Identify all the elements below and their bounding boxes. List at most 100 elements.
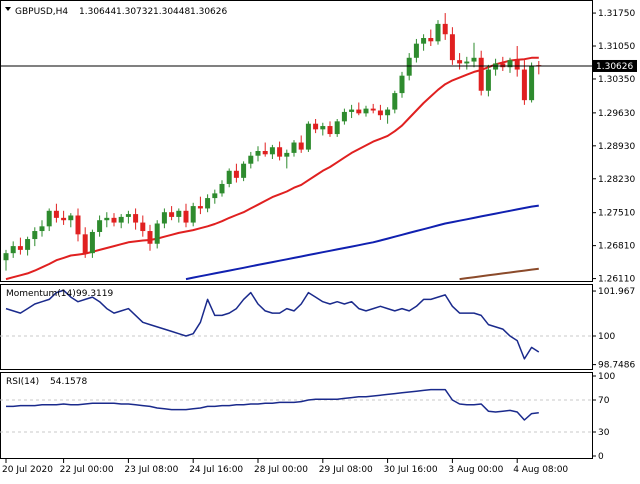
price-tick-label: 1.26110 [598, 275, 635, 285]
candle-body[interactable] [226, 170, 232, 184]
candle-body[interactable] [248, 155, 254, 164]
time-axis: 20 Jul 2020 22 Jul 00:00 23 Jul 08:00 24 Ju… [2, 459, 568, 475]
candle-body[interactable] [183, 210, 189, 223]
candle-body[interactable] [140, 222, 146, 232]
candle-body[interactable] [392, 93, 398, 110]
candle-body[interactable] [493, 63, 499, 70]
candle-body[interactable] [233, 170, 239, 178]
candle-body[interactable] [68, 215, 74, 221]
candle-body[interactable] [197, 206, 203, 209]
candle-body[interactable] [133, 214, 139, 223]
candle-body[interactable] [111, 217, 117, 223]
candle-body[interactable] [241, 163, 247, 178]
price-tick-label: 1.27510 [598, 209, 635, 219]
symbol-label: GBPUSD,H4 [15, 7, 68, 17]
high-price: 1.30732 [116, 7, 153, 17]
candle-body[interactable] [219, 183, 225, 194]
time-tick-label: 20 Jul 2020 [2, 465, 53, 475]
candle-body[interactable] [154, 223, 160, 244]
candle-body[interactable] [269, 147, 275, 155]
candle-body[interactable] [399, 75, 405, 94]
candle-body[interactable] [370, 108, 376, 111]
candles [3, 13, 542, 271]
candle-body[interactable] [169, 212, 175, 217]
candle-body[interactable] [291, 142, 297, 153]
candle-body[interactable] [97, 220, 103, 232]
candle-body[interactable] [457, 60, 463, 64]
candle-body[interactable] [205, 198, 211, 209]
candle-body[interactable] [341, 111, 347, 122]
candle-body[interactable] [313, 123, 319, 130]
candle-body[interactable] [464, 61, 470, 64]
candle-body[interactable] [449, 34, 455, 61]
candle-body[interactable] [529, 65, 535, 101]
candle-body[interactable] [17, 246, 23, 250]
candle-body[interactable] [255, 151, 261, 156]
chart-canvas[interactable]: 1.31750 1.31050 1.30350 1.29630 1.28930 1.282… [0, 0, 640, 480]
rsi-tick-label: 30 [598, 428, 610, 438]
candle-body[interactable] [356, 109, 362, 114]
momentum-label: Momentum(14) [6, 289, 76, 299]
candle-body[interactable] [377, 110, 383, 116]
candle-body[interactable] [435, 23, 441, 42]
candle-body[interactable] [478, 57, 484, 91]
price-tick-label: 1.30350 [598, 75, 635, 85]
candle-body[interactable] [46, 210, 52, 227]
candle-body[interactable] [442, 23, 448, 35]
price-tick-label: 1.28930 [598, 142, 635, 152]
rsi-indicator: 100 70 30 0 [0, 372, 615, 462]
rsi-label: RSI(14) [6, 377, 39, 387]
momentum-tick-label: 101.967 [598, 287, 635, 297]
candle-body[interactable] [262, 151, 268, 155]
price-tick-label: 1.26810 [598, 242, 635, 252]
rsi-pane-frame [0, 372, 593, 459]
candle-body[interactable] [32, 231, 38, 240]
candle-body[interactable] [147, 231, 153, 244]
candle-body[interactable] [349, 109, 355, 112]
ma-mid-line [185, 204, 539, 281]
candle-body[interactable] [176, 210, 182, 217]
rsi-value: 54.1578 [50, 377, 87, 387]
ma-slow-line [459, 267, 539, 281]
candle-body[interactable] [3, 253, 9, 261]
candle-body[interactable] [89, 231, 95, 254]
candle-body[interactable] [75, 215, 81, 235]
candle-body[interactable] [212, 193, 218, 199]
time-tick-label: 29 Jul 08:00 [319, 465, 373, 475]
candle-body[interactable] [471, 57, 477, 62]
candle-body[interactable] [500, 63, 506, 68]
candle-body[interactable] [320, 126, 326, 130]
candle-body[interactable] [428, 38, 434, 42]
candle-body[interactable] [39, 226, 45, 232]
candle-body[interactable] [277, 147, 283, 157]
candle-body[interactable] [385, 109, 391, 116]
momentum-tick-label: 98.7486 [598, 361, 635, 371]
candle-body[interactable] [514, 60, 520, 70]
candle-body[interactable] [61, 217, 67, 221]
collapse-triangle-icon[interactable] [5, 7, 11, 11]
candle-body[interactable] [363, 108, 369, 114]
candle-body[interactable] [25, 239, 31, 250]
candle-body[interactable] [10, 246, 16, 254]
candle-body[interactable] [305, 123, 311, 150]
candle-body[interactable] [413, 43, 419, 58]
candle-body[interactable] [298, 142, 304, 150]
rsi-tick-label: 70 [598, 396, 610, 406]
candle-body[interactable] [521, 69, 527, 101]
candle-body[interactable] [125, 214, 131, 217]
candle-body[interactable] [104, 217, 110, 221]
candle-body[interactable] [118, 216, 124, 223]
candle-body[interactable] [53, 210, 59, 218]
candle-body[interactable] [421, 38, 427, 44]
candle-body[interactable] [406, 57, 412, 76]
symbol-header: GBPUSD,H4 1.30644 1.30732 1.30448 1.3062… [5, 7, 227, 17]
momentum-indicator: 101.967 100 98.7486 [0, 287, 635, 371]
candle-body[interactable] [161, 212, 167, 224]
candle-body[interactable] [284, 152, 290, 157]
candle-body[interactable] [82, 234, 88, 254]
close-price: 1.30626 [190, 7, 227, 17]
candle-body[interactable] [485, 69, 491, 91]
candle-body[interactable] [327, 126, 333, 135]
candle-body[interactable] [190, 206, 196, 223]
candle-body[interactable] [334, 121, 340, 135]
